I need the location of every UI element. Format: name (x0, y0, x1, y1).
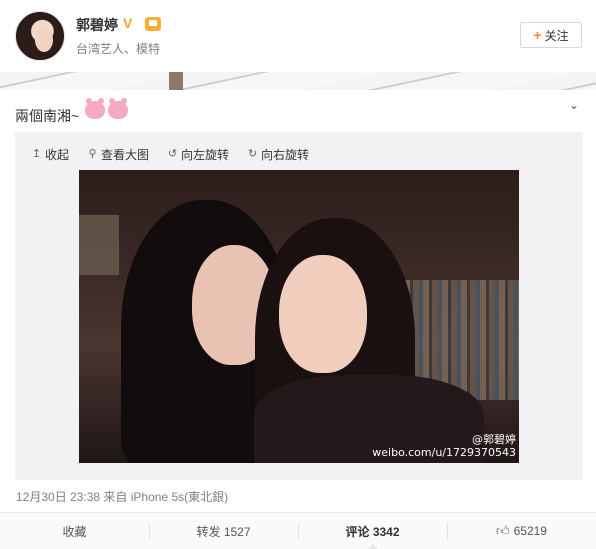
user-description: 台湾艺人、模特 (76, 42, 161, 56)
post-meta: 12月30日 23:38 来自 iPhone 5s(東北銀) (16, 488, 228, 505)
collapse-button[interactable]: ↥ 收起 (31, 145, 69, 163)
chevron-down-icon[interactable]: ⌄ (569, 98, 583, 112)
follow-button[interactable]: + 关注 (520, 22, 582, 48)
like-count: 65219 (513, 524, 547, 538)
cover-banner (0, 72, 596, 90)
search-icon: ⚲ (88, 148, 97, 160)
rotate-right-button[interactable]: ↻ 向右旋转 (247, 145, 309, 163)
watermark-url: weibo.com/u/1729370543 (372, 446, 516, 459)
pink-bunny-emoji-icon (85, 98, 105, 119)
banner-post (169, 72, 183, 90)
favorite-button[interactable]: 收藏 (0, 513, 149, 549)
comment-button[interactable]: 评论 3342 (298, 513, 447, 549)
avatar-face (35, 28, 53, 52)
thumbs-up-icon: 👍︎ (496, 523, 510, 538)
rotate-right-icon: ↻ (247, 148, 258, 160)
favorite-label: 收藏 (62, 524, 87, 539)
username[interactable]: 郭碧婷 (76, 15, 118, 35)
view-large-button[interactable]: ⚲ 查看大图 (87, 145, 149, 163)
collapse-label: 收起 (45, 147, 70, 162)
comment-label: 评论 3342 (345, 524, 400, 539)
rotate-left-label: 向左旋转 (181, 147, 230, 162)
rotate-right-label: 向右旋转 (261, 147, 310, 162)
like-button[interactable]: 👍︎ 65219 (447, 513, 596, 549)
rotate-left-icon: ↺ (167, 148, 178, 160)
pink-bunny-emoji-icon (108, 98, 128, 119)
person-right-face (279, 255, 367, 373)
verified-badge-icon[interactable]: V (123, 15, 139, 31)
action-bar: 收藏 转发 1527 评论 3342 👍︎ 65219 (0, 513, 596, 549)
arrow-up-icon: ↥ (31, 148, 42, 160)
repost-label: 转发 1527 (196, 524, 251, 539)
rotate-left-button[interactable]: ↺ 向左旋转 (167, 145, 229, 163)
post-source[interactable]: 来自 iPhone 5s(東北銀) (103, 490, 228, 504)
follow-label: 关注 (544, 28, 569, 43)
post-header (0, 0, 596, 72)
member-badge-icon[interactable] (145, 17, 161, 31)
watermark-user: @郭碧婷 (472, 433, 516, 446)
timestamp[interactable]: 12月30日 23:38 (16, 490, 100, 504)
photo-watermark: @郭碧婷 weibo.com/u/1729370543 (368, 433, 516, 459)
avatar[interactable] (15, 11, 65, 61)
repost-button[interactable]: 转发 1527 (149, 513, 298, 549)
view-large-label: 查看大图 (101, 147, 150, 162)
media-toolbar: ↥ 收起 ⚲ 查看大图 ↺ 向左旋转 ↻ 向右旋转 (31, 145, 309, 163)
plus-icon: + (533, 27, 542, 43)
background-lamp (79, 215, 119, 275)
post-text: 兩個南湘~ (15, 108, 80, 124)
post-photo[interactable]: @郭碧婷 weibo.com/u/1729370543 (79, 170, 519, 463)
